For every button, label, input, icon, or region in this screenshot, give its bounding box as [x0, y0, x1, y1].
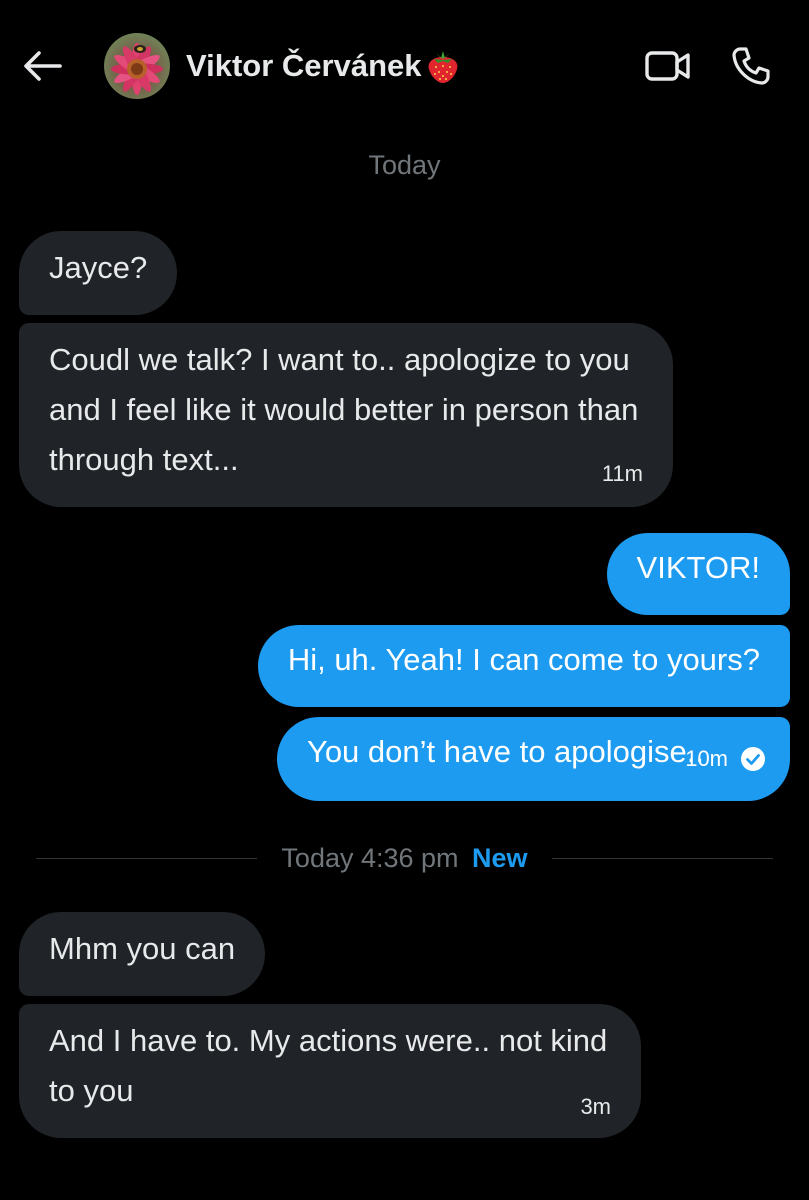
video-camera-icon [645, 51, 690, 81]
avatar[interactable] [104, 33, 170, 99]
date-label: Today [368, 150, 441, 180]
message-text: You don’t have to apologise.. [306, 734, 704, 769]
message-bubble-incoming[interactable]: And I have to. My actions were.. not kin… [19, 1004, 641, 1138]
voice-call-button[interactable] [726, 42, 776, 90]
message-timestamp: 10m [685, 746, 728, 771]
divider-label: Today 4:36 pm New [257, 843, 551, 874]
back-arrow-icon [24, 51, 62, 81]
message-bubble-outgoing[interactable]: You don’t have to apologise.. 10m [276, 717, 790, 801]
message-bubble-outgoing[interactable]: VIKTOR! [606, 533, 790, 615]
message-bubble-incoming[interactable]: Jayce? [19, 231, 178, 315]
message-text: Coudl we talk? I want to.. apologize to … [49, 342, 639, 477]
message-text: And I have to. My actions were.. not kin… [49, 1023, 608, 1108]
video-call-button[interactable] [642, 44, 694, 88]
conversation-header: Viktor Červánek [0, 0, 809, 130]
message-meta: 10m [685, 717, 766, 801]
message-bubble-outgoing[interactable]: Hi, uh. Yeah! I can come to yours? [257, 625, 790, 707]
divider-line [551, 857, 773, 859]
message-text: VIKTOR! [636, 550, 760, 585]
message-timestamp: 3m [580, 1094, 611, 1119]
phone-icon [732, 47, 770, 85]
contact-name[interactable]: Viktor Červánek [186, 44, 462, 88]
divider-timestamp: Today 4:36 pm [281, 842, 459, 873]
divider-line [36, 857, 258, 859]
read-check-icon [741, 747, 765, 771]
flower-avatar-image [104, 33, 170, 99]
message-timestamp: 11m [601, 461, 643, 486]
message-text: Jayce? [49, 250, 148, 285]
strawberry-icon [424, 47, 462, 85]
contact-name-text: Viktor Červánek [186, 48, 422, 83]
message-bubble-incoming[interactable]: Coudl we talk? I want to.. apologize to … [19, 323, 673, 507]
new-messages-divider: Today 4:36 pm New [36, 838, 773, 878]
message-bubble-incoming[interactable]: Mhm you can [19, 912, 266, 996]
back-button[interactable] [18, 42, 66, 90]
message-text: Hi, uh. Yeah! I can come to yours? [287, 642, 760, 677]
message-text: Mhm you can [49, 931, 236, 966]
new-badge: New [472, 842, 528, 873]
